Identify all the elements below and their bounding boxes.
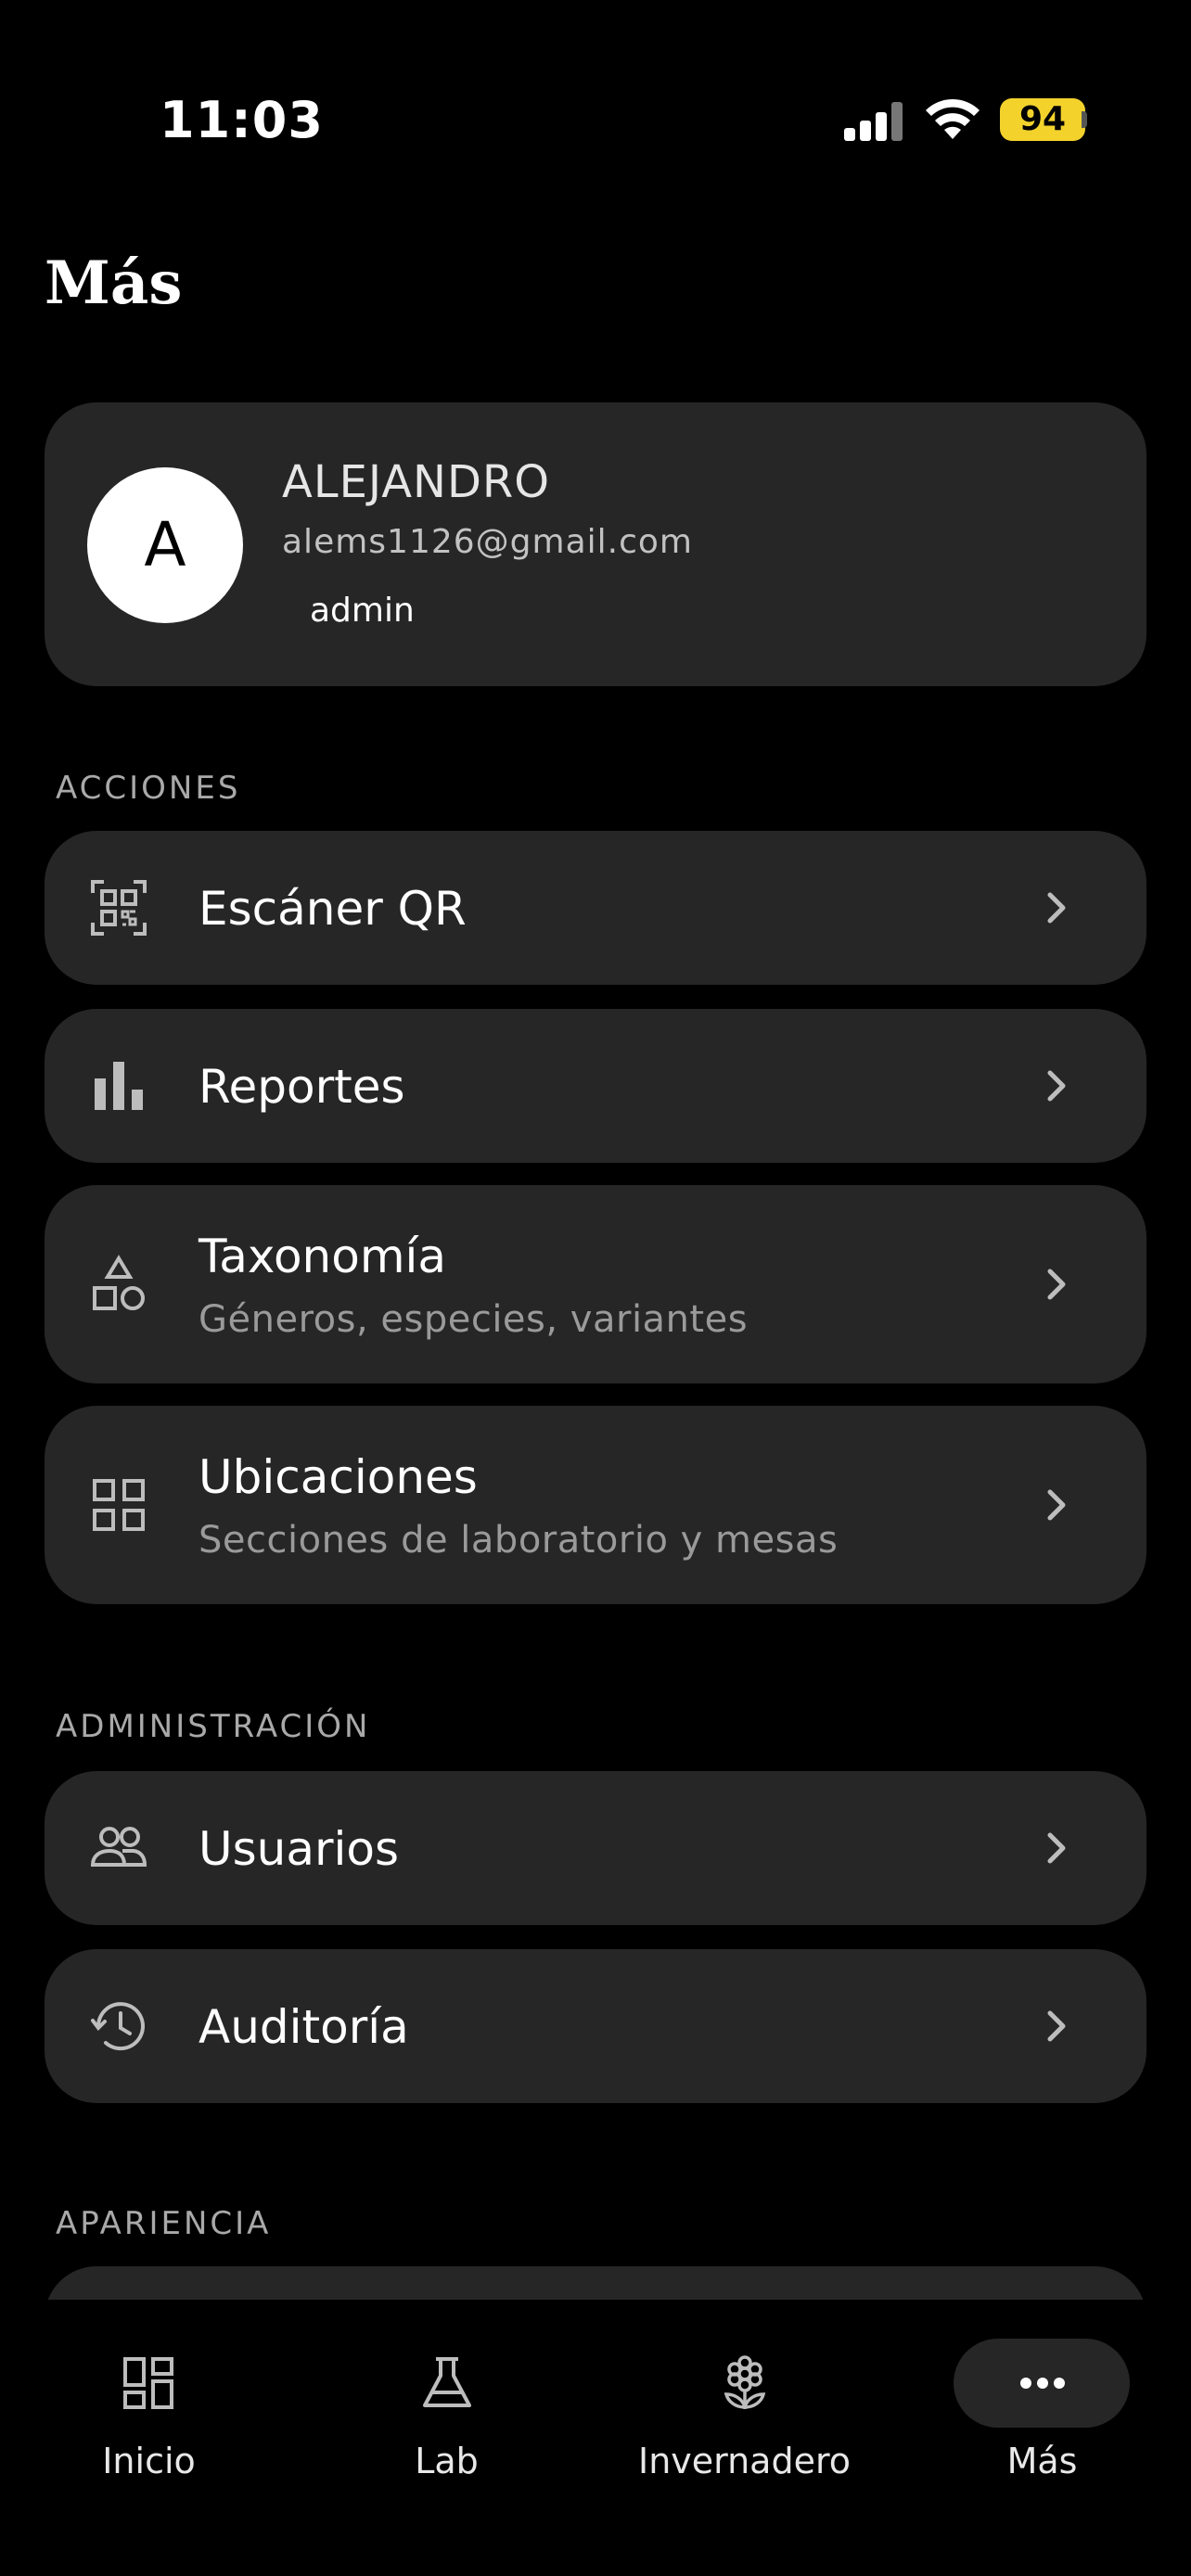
qr-scan-icon xyxy=(89,878,148,937)
menu-item-auditoria[interactable]: Auditoría xyxy=(45,1949,1146,2103)
menu-item-subtitle: Géneros, especies, variantes xyxy=(198,1298,749,1341)
menu-item-reportes[interactable]: Reportes xyxy=(45,1009,1146,1163)
menu-item-title: Reportes xyxy=(198,1060,405,1114)
chevron-right-icon xyxy=(1043,1830,1070,1867)
profile-name: ALEJANDRO xyxy=(282,456,551,508)
status-bar: 11:03 94 xyxy=(0,0,1191,167)
menu-item-usuarios[interactable]: Usuarios xyxy=(45,1771,1146,1925)
tab-invernadero[interactable]: Invernadero xyxy=(596,2300,893,2485)
tab-label: Más xyxy=(1006,2441,1078,2481)
tab-mas[interactable]: Más xyxy=(893,2300,1191,2485)
cellular-signal-icon xyxy=(844,102,903,141)
status-time: 11:03 xyxy=(160,91,324,149)
profile-card[interactable]: A ALEJANDRO alems1126@gmail.com admin xyxy=(45,402,1146,686)
section-label-administracion: ADMINISTRACIÓN xyxy=(56,1708,371,1745)
menu-item-escaner-qr[interactable]: Escáner QR xyxy=(45,831,1146,985)
shapes-icon xyxy=(89,1255,148,1314)
menu-item-subtitle: Secciones de laboratorio y mesas xyxy=(198,1519,839,1562)
more-dots-icon xyxy=(1013,2353,1072,2413)
tab-inicio[interactable]: Inicio xyxy=(0,2300,298,2485)
tab-label: Lab xyxy=(415,2441,479,2481)
tab-label: Inicio xyxy=(102,2441,196,2481)
menu-item-title: Escáner QR xyxy=(198,882,467,936)
wifi-icon xyxy=(924,96,981,141)
grid-icon xyxy=(89,1475,148,1535)
chevron-right-icon xyxy=(1043,1067,1070,1104)
flower-icon xyxy=(715,2353,775,2413)
tab-lab[interactable]: Lab xyxy=(298,2300,596,2485)
section-label-apariencia: APARIENCIA xyxy=(56,2205,272,2242)
menu-item-title: Auditoría xyxy=(198,2000,409,2054)
avatar: A xyxy=(87,467,243,623)
battery-level: 94 xyxy=(1000,98,1085,141)
chevron-right-icon xyxy=(1043,889,1070,926)
profile-role-badge: admin xyxy=(310,592,415,630)
dashboard-icon xyxy=(120,2353,179,2413)
bar-chart-icon xyxy=(89,1056,148,1116)
page-title: Más xyxy=(45,249,183,318)
menu-item-title: Usuarios xyxy=(198,1822,400,1876)
menu-item-title: Ubicaciones xyxy=(198,1450,478,1504)
chevron-right-icon xyxy=(1043,2008,1070,2045)
battery-tip xyxy=(1082,111,1087,128)
users-icon xyxy=(89,1818,148,1878)
chevron-right-icon xyxy=(1043,1266,1070,1303)
bottom-nav: Inicio Lab Invernadero Más xyxy=(0,2300,1191,2576)
flask-icon xyxy=(417,2353,477,2413)
menu-item-title: Taxonomía xyxy=(198,1230,447,1283)
section-label-acciones: ACCIONES xyxy=(56,770,241,807)
history-icon xyxy=(89,1996,148,2056)
tab-label: Invernadero xyxy=(637,2441,852,2481)
chevron-right-icon xyxy=(1043,1486,1070,1524)
menu-item-ubicaciones[interactable]: Ubicaciones Secciones de laboratorio y m… xyxy=(45,1406,1146,1604)
menu-item-taxonomia[interactable]: Taxonomía Géneros, especies, variantes xyxy=(45,1185,1146,1384)
profile-email: alems1126@gmail.com xyxy=(282,523,693,561)
